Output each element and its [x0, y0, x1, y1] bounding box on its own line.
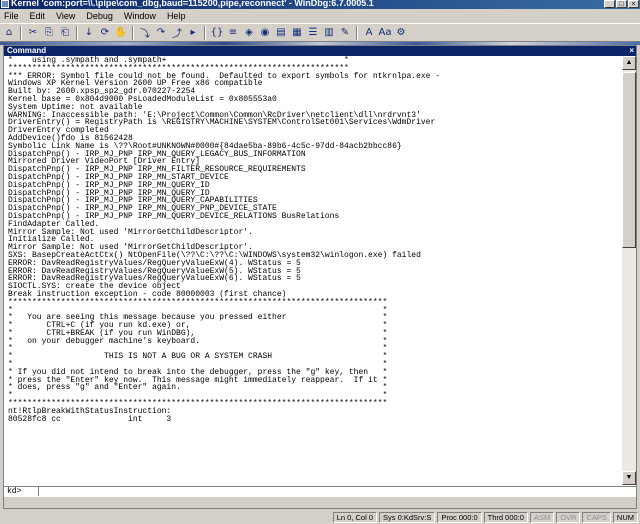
output-line: 80528fc8 cc int 3 — [8, 414, 172, 424]
step-out-icon[interactable]: ⤴ — [170, 26, 184, 40]
options-icon[interactable]: ⚙ — [394, 26, 408, 40]
toolbar-separator — [356, 25, 358, 40]
toolbar-separator — [132, 25, 134, 40]
watch-icon[interactable]: ◈ — [242, 26, 256, 40]
status-line-col: Ln 0, Col 0 — [332, 511, 378, 523]
output-line: DispatchPnp() - IRP_MJ_PNP IRP_MN_QUERY_… — [8, 211, 340, 221]
vertical-scrollbar[interactable]: ▲ ▼ — [622, 56, 636, 485]
memory-icon[interactable]: ▦ — [290, 26, 304, 40]
toolbar-separator — [76, 25, 78, 40]
command-window: Command × * using .sympath and .sympath+… — [3, 45, 637, 509]
status-num: NUM — [612, 511, 638, 523]
command-window-title: Command — [7, 46, 47, 55]
locals-icon[interactable]: ◉ — [258, 26, 272, 40]
menu-edit[interactable]: Edit — [30, 11, 46, 21]
step-into-icon[interactable]: ⤵ — [138, 26, 152, 40]
open-icon[interactable]: ⌂ — [2, 26, 16, 40]
close-button[interactable]: × — [628, 0, 639, 8]
scroll-up-arrow-icon[interactable]: ▲ — [622, 56, 636, 70]
toolbar-separator — [20, 25, 22, 40]
command-icon[interactable]: ≡ — [226, 26, 240, 40]
kd-prompt: kd> — [7, 487, 22, 496]
step-over-icon[interactable]: ↷ — [154, 26, 168, 40]
command-window-bottom — [4, 497, 636, 508]
break-icon[interactable]: ✋ — [114, 26, 128, 40]
command-input[interactable] — [38, 487, 634, 496]
maximize-button[interactable]: □ — [616, 0, 627, 8]
cut-icon[interactable]: ✂ — [26, 26, 40, 40]
menu-view[interactable]: View — [56, 11, 75, 21]
status-sys: Sys 0:KdSrv:S — [379, 511, 436, 523]
toolbar: ⌂ ✂ ⎘ ⎗ ↓ ⟳ ✋ ⤵ ↷ ⤴ ▸ {} ≡ ◈ ◉ ▤ ▦ ☰ ▥ ✎… — [0, 23, 640, 42]
menu-file[interactable]: File — [4, 11, 19, 21]
font-icon[interactable]: Aa — [378, 26, 392, 40]
command-window-close-icon[interactable]: × — [629, 46, 634, 56]
status-ovr: OVR — [556, 511, 581, 523]
go-icon[interactable]: ↓ — [82, 26, 96, 40]
menu-debug[interactable]: Debug — [86, 11, 113, 21]
caption-buttons: _ □ × — [604, 0, 639, 8]
status-thrd: Thrd 000:0 — [483, 511, 528, 523]
paste-icon[interactable]: ⎗ — [58, 26, 72, 40]
command-output[interactable]: * using .sympath and .sympath+ * ********… — [4, 56, 622, 485]
registers-icon[interactable]: ▤ — [274, 26, 288, 40]
title-bar: Kernel 'com:port=\\.\pipe\com_dbg,baud=1… — [0, 0, 640, 9]
windbg-app-icon[interactable] — [1, 0, 9, 8]
run-to-cursor-icon[interactable]: ▸ — [186, 26, 200, 40]
scroll-down-arrow-icon[interactable]: ▼ — [622, 471, 636, 485]
scrollbar-thumb[interactable] — [622, 72, 636, 248]
menu-help[interactable]: Help — [167, 11, 186, 21]
source-mode-on-icon[interactable]: A — [362, 26, 376, 40]
menu-window[interactable]: Window — [124, 11, 156, 21]
menu-bar: File Edit View Debug Window Help — [0, 9, 640, 23]
status-asm: ASM — [529, 511, 555, 523]
scratch-pad-icon[interactable]: ✎ — [338, 26, 352, 40]
toolbar-separator — [204, 25, 206, 40]
copy-icon[interactable]: ⎘ — [42, 26, 56, 40]
restart-icon[interactable]: ⟳ — [98, 26, 112, 40]
command-window-header: Command × — [4, 46, 636, 56]
disassembly-icon[interactable]: ▥ — [322, 26, 336, 40]
command-input-row: kd> — [4, 486, 636, 496]
minimize-button[interactable]: _ — [604, 0, 615, 8]
status-caps: CAPS — [582, 511, 611, 523]
status-bar: Ln 0, Col 0 Sys 0:KdSrv:S Proc 000:0 Thr… — [0, 510, 640, 524]
source-mode-icon[interactable]: {} — [210, 26, 224, 40]
window-title: Kernel 'com:port=\\.\pipe\com_dbg,baud=1… — [11, 0, 374, 8]
call-stack-icon[interactable]: ☰ — [306, 26, 320, 40]
status-proc: Proc 000:0 — [437, 511, 482, 523]
output-line: Mirror Sample: Not used 'MirrorGetChildD… — [8, 227, 253, 237]
